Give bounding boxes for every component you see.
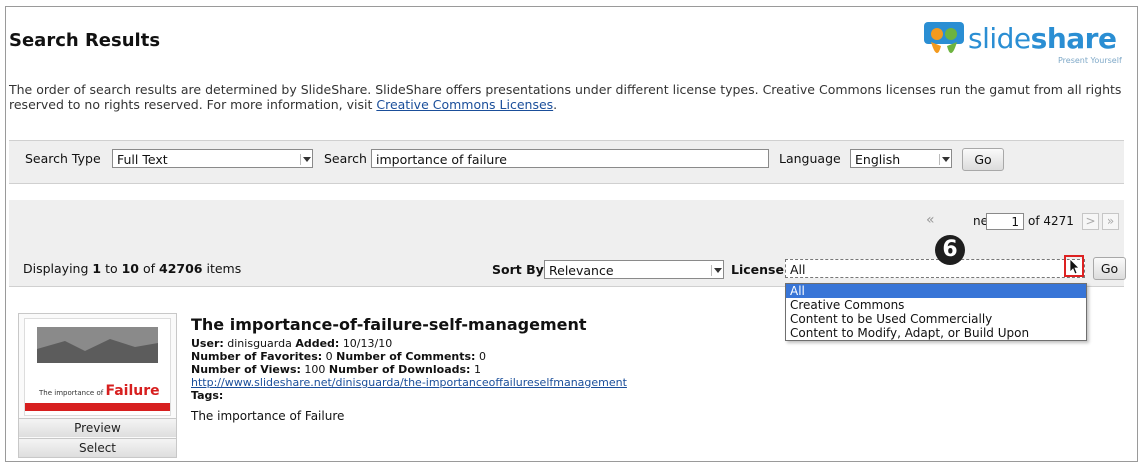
chevron-down-icon — [939, 154, 950, 165]
page-title: Search Results — [9, 30, 161, 51]
language-select[interactable]: English — [850, 149, 952, 168]
result-item: The importance of Failure Preview Select… — [9, 300, 1124, 460]
result-title[interactable]: The importance-of-failure-self-managemen… — [191, 315, 587, 334]
first-page-icon[interactable]: « — [926, 212, 935, 228]
license-value: All — [790, 262, 806, 277]
result-user-line: User: dinisguarda Added: 10/13/10 — [191, 337, 392, 350]
language-value: English — [855, 152, 901, 167]
license-dropdown-arrow-highlight[interactable] — [1064, 255, 1084, 277]
comments-value: 0 — [478, 350, 486, 363]
slideshare-logo[interactable]: slideshare Present Yourself — [918, 18, 1123, 70]
display-to: 10 — [121, 261, 139, 276]
next-page-button[interactable]: > — [1082, 213, 1099, 230]
creative-commons-link[interactable]: Creative Commons Licenses — [376, 97, 553, 112]
logo-text-slide: slide — [968, 22, 1031, 55]
page-number-input[interactable]: 1 — [986, 213, 1024, 230]
display-suffix: items — [202, 261, 242, 276]
result-views-line: Number of Views: 100 Number of Downloads… — [191, 363, 481, 376]
comments-label: Number of Comments: — [336, 350, 476, 363]
result-thumbnail-panel: The importance of Failure Preview Select — [18, 313, 177, 458]
display-of-word: of — [139, 261, 159, 276]
thumbnail-caption-b: Failure — [105, 383, 160, 399]
page-count: of 4271 — [1028, 214, 1074, 228]
result-thumbnail[interactable]: The importance of Failure — [24, 318, 171, 416]
sort-by-value: Relevance — [549, 263, 614, 278]
mouse-cursor-icon — [1069, 258, 1080, 275]
thumbnail-caption: The importance of Failure — [39, 383, 160, 399]
display-from: 1 — [92, 261, 102, 276]
sort-by-select[interactable]: Relevance — [544, 260, 724, 279]
sort-by-label: Sort By — [492, 262, 544, 277]
added-value: 10/13/10 — [342, 337, 393, 350]
logo-tagline: Present Yourself — [1058, 56, 1122, 65]
intro-tail: . — [553, 97, 558, 112]
license-option-all[interactable]: All — [786, 284, 1086, 298]
search-type-select[interactable]: Full Text — [112, 149, 313, 168]
display-total: 42706 — [159, 261, 203, 276]
license-go-button[interactable]: Go — [1093, 257, 1126, 280]
result-favorites-line: Number of Favorites: 0 Number of Comment… — [191, 350, 486, 363]
display-prefix: Displaying — [23, 261, 93, 276]
license-select[interactable]: All — [785, 259, 1085, 278]
slideshare-logo-icon — [924, 22, 964, 54]
chevron-down-icon — [711, 265, 722, 276]
favorites-label: Number of Favorites: — [191, 350, 323, 363]
select-button[interactable]: Select — [19, 438, 176, 457]
favorites-value: 0 — [325, 350, 333, 363]
tags-label: Tags: — [191, 389, 224, 402]
result-description: The importance of Failure — [191, 409, 345, 423]
thumbnail-caption-a: The importance of — [39, 389, 104, 397]
user-label: User: — [191, 337, 224, 350]
search-label: Search — [324, 151, 367, 166]
search-input[interactable]: importance of failure — [371, 149, 769, 168]
search-type-value: Full Text — [117, 152, 168, 167]
added-label: Added: — [295, 337, 340, 350]
language-label: Language — [779, 151, 841, 166]
search-type-label: Search Type — [25, 151, 101, 166]
intro-body: The order of search results are determin… — [9, 82, 1122, 112]
logo-text-share: share — [1030, 22, 1117, 55]
preview-button[interactable]: Preview — [19, 418, 176, 437]
intro-text: The order of search results are determin… — [9, 82, 1124, 112]
downloads-value: 1 — [473, 363, 481, 376]
display-to-word: to — [101, 261, 122, 276]
result-url-link[interactable]: http://www.slideshare.net/dinisguarda/th… — [191, 376, 627, 389]
views-label: Number of Views: — [191, 363, 301, 376]
search-go-button[interactable]: Go — [962, 148, 1004, 171]
step-number-badge: 6 — [935, 235, 965, 265]
thumbnail-image — [25, 319, 170, 415]
chevron-down-icon — [300, 154, 311, 165]
downloads-label: Number of Downloads: — [328, 363, 471, 376]
user-value: dinisguarda — [227, 337, 292, 350]
displaying-count: Displaying 1 to 10 of 42706 items — [23, 261, 241, 276]
views-value: 100 — [304, 363, 326, 376]
license-label: License — [731, 262, 784, 277]
last-page-button[interactable]: » — [1102, 213, 1119, 230]
